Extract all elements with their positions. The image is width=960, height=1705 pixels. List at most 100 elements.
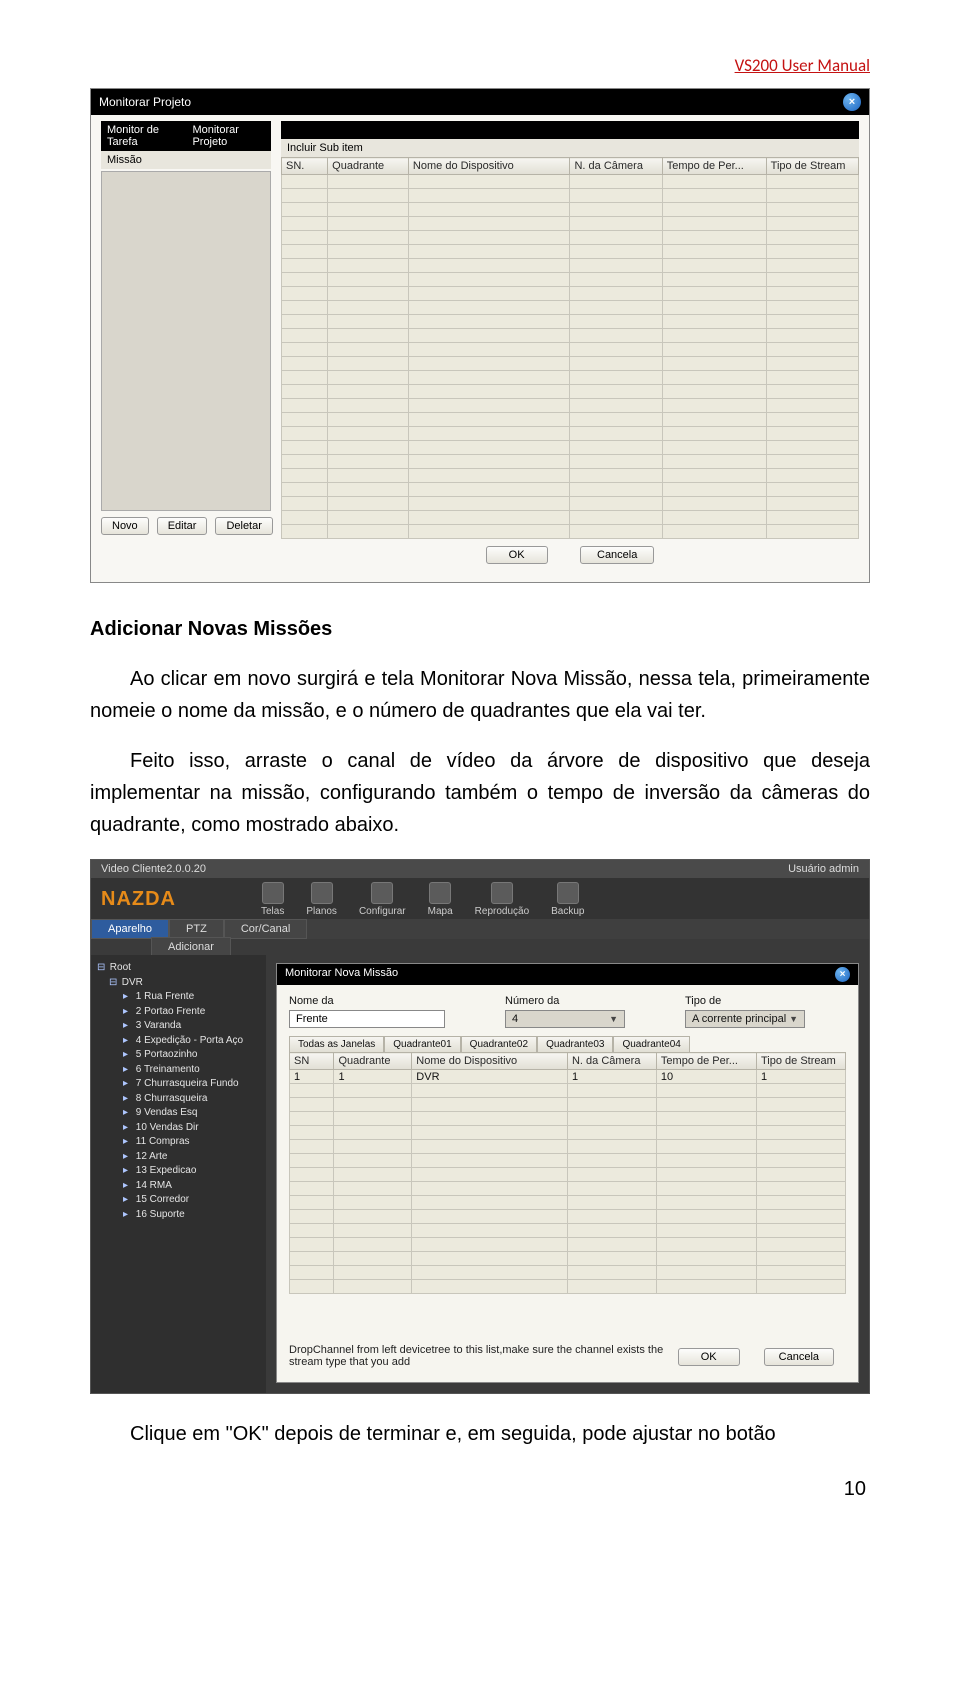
window-title: Monitorar Projeto	[99, 95, 191, 109]
table-row	[282, 455, 859, 469]
tree-channel[interactable]: ▸ 3 Varanda	[95, 1019, 262, 1034]
col-stream[interactable]: Tipo de Stream	[766, 158, 858, 175]
disk-icon	[557, 882, 579, 904]
col2-tempo[interactable]: Tempo de Per...	[656, 1053, 756, 1070]
subtab-corcanal[interactable]: Cor/Canal	[224, 919, 308, 939]
tree-root[interactable]: Root	[110, 962, 131, 973]
col2-stream[interactable]: Tipo de Stream	[757, 1053, 846, 1070]
tool-planos[interactable]: Planos	[306, 882, 337, 917]
table-row	[282, 469, 859, 483]
table-row	[282, 273, 859, 287]
gear-icon	[371, 882, 393, 904]
tree-channel[interactable]: ▸ 16 Suporte	[95, 1208, 262, 1223]
deletar-button[interactable]: Deletar	[215, 517, 272, 535]
novo-button[interactable]: Novo	[101, 517, 149, 535]
editar-button[interactable]: Editar	[157, 517, 208, 535]
camera-icon: ▸	[123, 1106, 133, 1121]
table-row	[290, 1098, 846, 1112]
numero-label: Número da	[505, 995, 625, 1007]
col-quadrante[interactable]: Quadrante	[328, 158, 409, 175]
tree-channel[interactable]: ▸ 2 Portao Frente	[95, 1005, 262, 1020]
camera-icon: ▸	[123, 1048, 133, 1063]
tree-channel[interactable]: ▸ 8 Churrasqueira	[95, 1092, 262, 1107]
tree-channel[interactable]: ▸ 12 Arte	[95, 1150, 262, 1165]
titlebar: Monitorar Projeto ×	[91, 89, 869, 115]
mission-label: Missão	[101, 151, 271, 169]
table-row	[282, 189, 859, 203]
tipo-select[interactable]: A corrente principal▼	[685, 1010, 805, 1028]
subtab-adicionar[interactable]: Adicionar	[151, 937, 231, 957]
camera-icon: ▸	[123, 1179, 133, 1194]
channel-table: SN Quadrante Nome do Dispositivo N. da C…	[289, 1052, 846, 1294]
col2-dispositivo[interactable]: Nome do Dispositivo	[412, 1053, 568, 1070]
tree-channel[interactable]: ▸ 10 Vendas Dir	[95, 1121, 262, 1136]
tab-monitorar-projeto[interactable]: Monitorar Projeto	[192, 124, 265, 148]
monitorar-projeto-window: Monitorar Projeto × Monitor de Tarefa Mo…	[90, 88, 870, 583]
col-sn[interactable]: SN.	[282, 158, 328, 175]
user-label: Usuário admin	[788, 863, 859, 875]
col2-quadrante[interactable]: Quadrante	[334, 1053, 412, 1070]
qtab-q3[interactable]: Quadrante03	[537, 1036, 613, 1052]
table-row[interactable]: 1 1 DVR 1 10 1	[290, 1070, 846, 1084]
table-row	[282, 483, 859, 497]
tree-channel[interactable]: ▸ 15 Corredor	[95, 1193, 262, 1208]
tool-reproducao[interactable]: Reprodução	[475, 882, 529, 917]
table-row	[282, 525, 859, 539]
camera-icon: ▸	[123, 1063, 133, 1078]
col2-camera[interactable]: N. da Câmera	[567, 1053, 656, 1070]
col2-sn[interactable]: SN	[290, 1053, 334, 1070]
subtab-aparelho[interactable]: Aparelho	[91, 919, 169, 939]
close-icon[interactable]: ×	[843, 93, 861, 111]
camera-icon: ▸	[123, 1034, 133, 1049]
tree-channel[interactable]: ▸ 7 Churrasqueira Fundo	[95, 1077, 262, 1092]
tree-channel[interactable]: ▸ 11 Compras	[95, 1135, 262, 1150]
cancel-button[interactable]: Cancela	[580, 546, 654, 564]
chevron-down-icon: ▼	[609, 1014, 618, 1024]
ok-button[interactable]: OK	[486, 546, 548, 564]
tree-channel[interactable]: ▸ 6 Treinamento	[95, 1063, 262, 1078]
numero-select[interactable]: 4▼	[505, 1010, 625, 1028]
device-tree[interactable]: ⊟ Root ⊟ DVR ▸ 1 Rua Frente▸ 2 Portao Fr…	[91, 955, 266, 1393]
nome-label: Nome da	[289, 995, 445, 1007]
brand-logo: NAZDA	[101, 888, 261, 911]
table-row	[282, 175, 859, 189]
tree-dvr[interactable]: DVR	[122, 977, 143, 988]
dialog-ok-button[interactable]: OK	[678, 1348, 740, 1366]
tree-channel[interactable]: ▸ 13 Expedicao	[95, 1164, 262, 1179]
main-toolbar: Telas Planos Configurar Mapa Reprodução …	[261, 882, 585, 917]
tree-channel[interactable]: ▸ 5 Portaozinho	[95, 1048, 262, 1063]
page-number: 10	[90, 1478, 870, 1501]
table-row	[282, 497, 859, 511]
camera-icon: ▸	[123, 1092, 133, 1107]
subtab-ptz[interactable]: PTZ	[169, 919, 224, 939]
table-row	[290, 1168, 846, 1182]
table-row	[282, 301, 859, 315]
table-row	[282, 511, 859, 525]
camera-icon: ▸	[123, 1121, 133, 1136]
table-row	[282, 441, 859, 455]
qtab-q1[interactable]: Quadrante01	[384, 1036, 460, 1052]
dialog-cancel-button[interactable]: Cancela	[764, 1348, 834, 1366]
app2-title: Video Cliente2.0.0.20	[101, 863, 206, 875]
col-dispositivo[interactable]: Nome do Dispositivo	[408, 158, 570, 175]
tree-channel[interactable]: ▸ 1 Rua Frente	[95, 990, 262, 1005]
tipo-label: Tipo de	[685, 995, 805, 1007]
tool-configurar[interactable]: Configurar	[359, 882, 406, 917]
table-row	[290, 1224, 846, 1238]
close-icon[interactable]: ×	[835, 967, 850, 982]
tool-mapa[interactable]: Mapa	[428, 882, 453, 917]
col-tempo[interactable]: Tempo de Per...	[662, 158, 766, 175]
tree-channel[interactable]: ▸ 9 Vendas Esq	[95, 1106, 262, 1121]
tab-monitor-tarefa[interactable]: Monitor de Tarefa	[107, 124, 180, 148]
qtab-q4[interactable]: Quadrante04	[613, 1036, 689, 1052]
qtab-todas[interactable]: Todas as Janelas	[289, 1036, 384, 1052]
tool-backup[interactable]: Backup	[551, 882, 584, 917]
tree-channel[interactable]: ▸ 14 RMA	[95, 1179, 262, 1194]
tool-telas[interactable]: Telas	[261, 882, 284, 917]
tree-channel[interactable]: ▸ 4 Expedição - Porta Aço	[95, 1034, 262, 1049]
col-camera[interactable]: N. da Câmera	[570, 158, 662, 175]
nome-input[interactable]	[289, 1010, 445, 1028]
table-row	[282, 217, 859, 231]
mission-listbox[interactable]	[101, 171, 271, 511]
qtab-q2[interactable]: Quadrante02	[461, 1036, 537, 1052]
